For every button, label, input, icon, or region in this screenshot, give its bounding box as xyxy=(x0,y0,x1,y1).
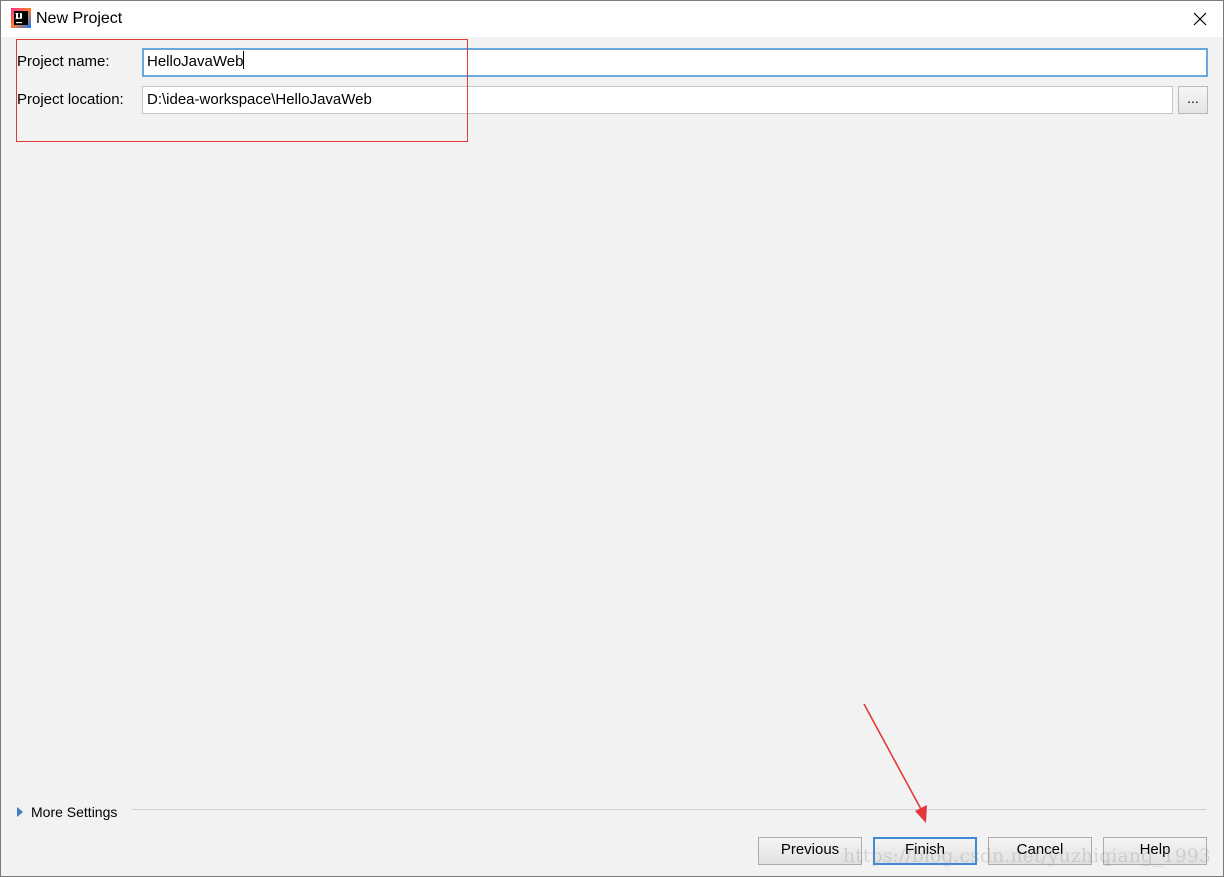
expand-triangle-icon xyxy=(17,807,23,817)
annotation-arrow xyxy=(863,703,927,823)
project-location-value: D:\idea-workspace\HelloJavaWeb xyxy=(147,91,372,108)
finish-button[interactable]: Finish xyxy=(873,837,977,865)
cancel-button[interactable]: Cancel xyxy=(988,837,1092,865)
title-bar: New Project xyxy=(1,1,1223,37)
project-location-input[interactable]: D:\idea-workspace\HelloJavaWeb xyxy=(142,86,1173,114)
separator xyxy=(132,809,1206,810)
previous-button[interactable]: Previous xyxy=(758,837,862,865)
project-location-label: Project location: xyxy=(17,91,124,108)
help-button[interactable]: Help xyxy=(1103,837,1207,865)
new-project-dialog: New Project Project name: HelloJavaWeb P… xyxy=(0,0,1224,877)
text-caret xyxy=(243,51,245,69)
close-button[interactable] xyxy=(1177,1,1223,37)
project-name-label: Project name: xyxy=(17,53,110,70)
browse-button[interactable]: ... xyxy=(1178,86,1208,114)
window-title: New Project xyxy=(36,10,123,27)
project-name-value: HelloJavaWeb xyxy=(147,53,244,70)
more-settings-toggle[interactable]: More Settings xyxy=(17,802,117,822)
project-name-input[interactable]: HelloJavaWeb xyxy=(142,48,1208,77)
close-icon xyxy=(1193,12,1207,26)
intellij-idea-icon xyxy=(11,8,31,28)
more-settings-label: More Settings xyxy=(31,804,118,820)
